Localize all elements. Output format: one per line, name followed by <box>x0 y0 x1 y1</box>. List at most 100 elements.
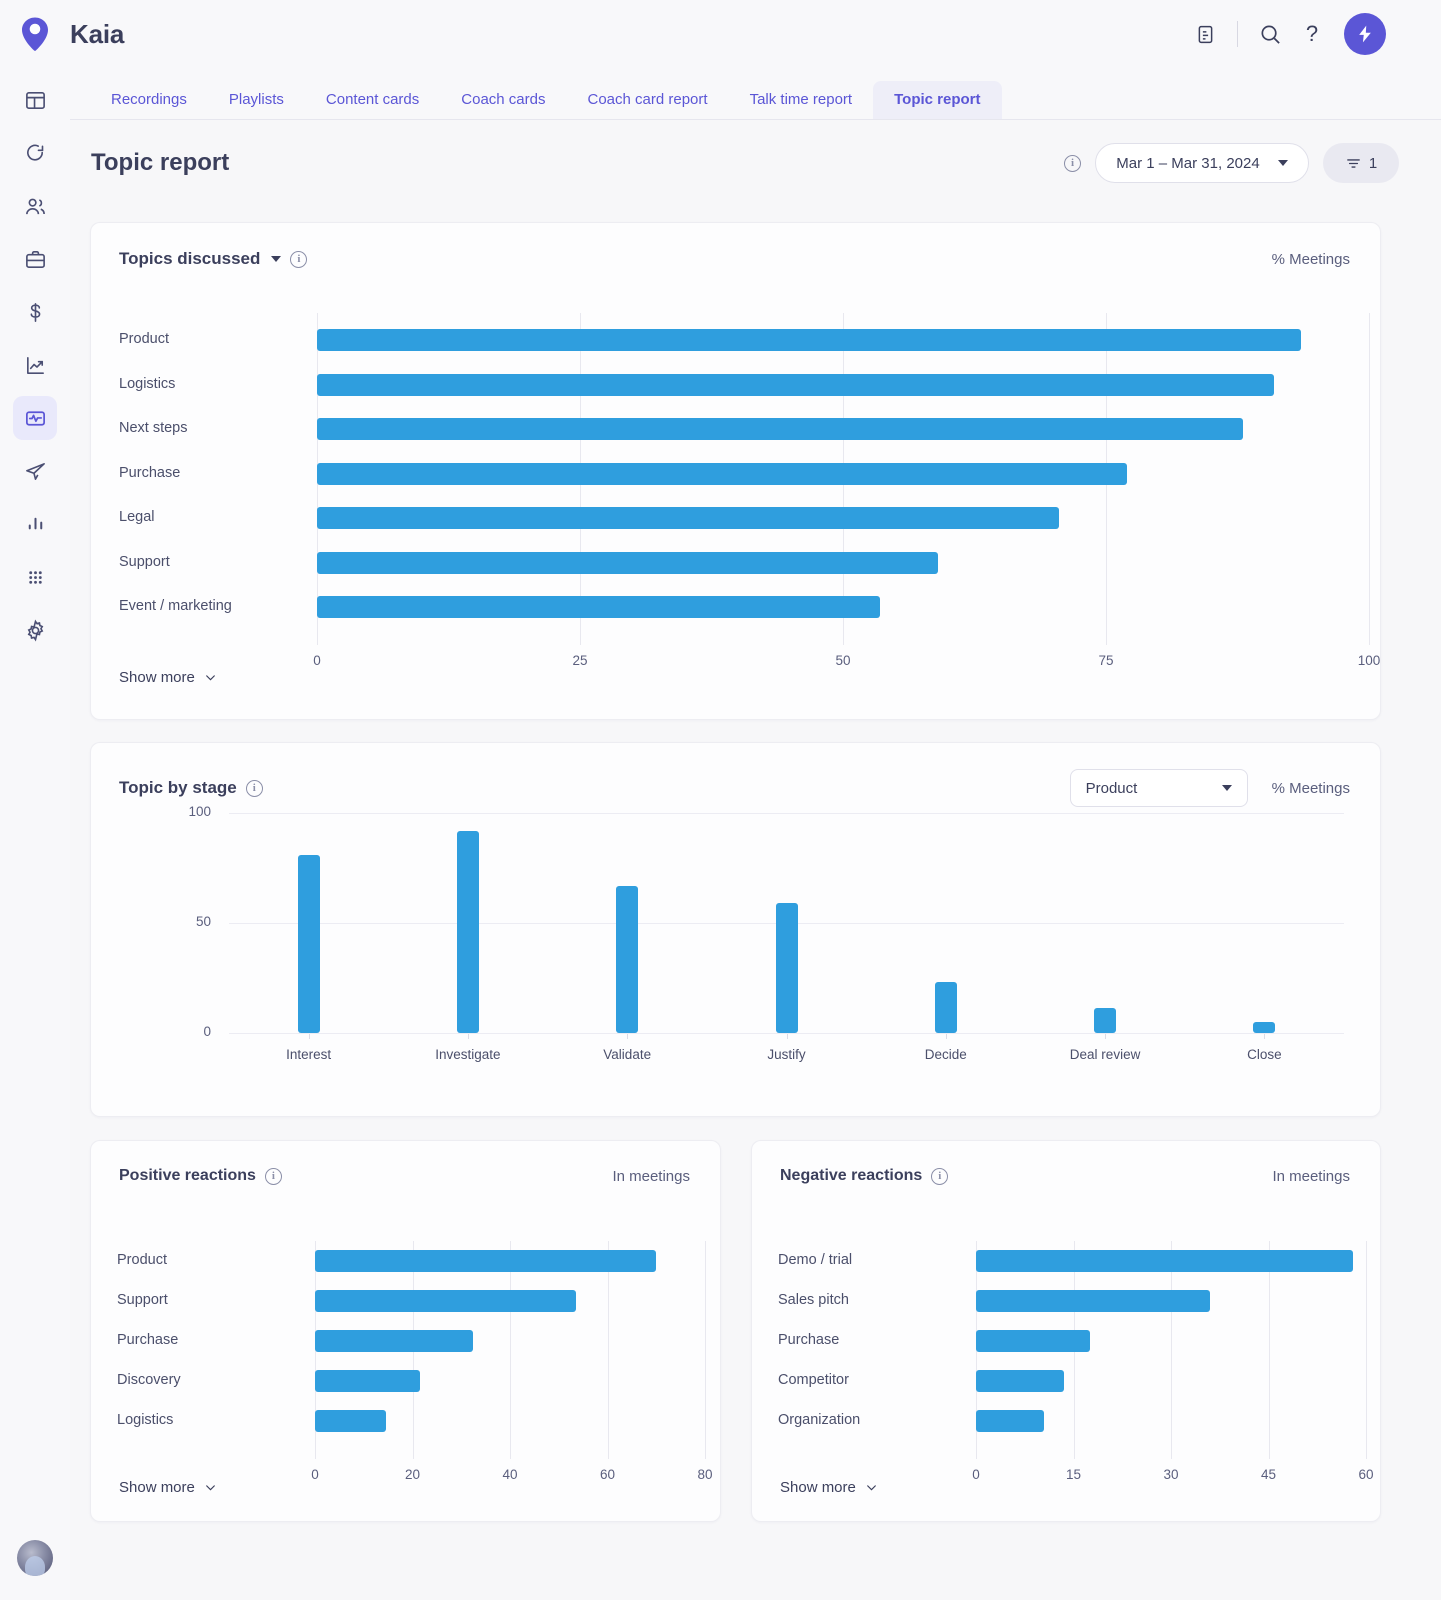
bar[interactable] <box>317 552 938 574</box>
x-axis-tick: 80 <box>675 1467 735 1482</box>
bar[interactable] <box>317 596 880 618</box>
notes-icon[interactable] <box>1186 15 1224 53</box>
bar[interactable] <box>1094 1008 1116 1033</box>
bar[interactable] <box>1253 1022 1275 1033</box>
axis-tick-mark <box>468 1034 469 1039</box>
card-header-right: % Meetings <box>1272 251 1350 268</box>
info-icon[interactable]: i <box>246 780 263 797</box>
bar[interactable] <box>317 374 1274 396</box>
app-logo[interactable] <box>0 16 70 52</box>
sidebar-item-forecast[interactable] <box>13 343 57 387</box>
bar[interactable] <box>976 1370 1064 1392</box>
card-header: Negative reactions i In meetings <box>752 1141 1380 1185</box>
negative-reactions-chart: 015304560Demo / trialSales pitchPurchase… <box>778 1241 1358 1491</box>
show-more-positive[interactable]: Show more <box>119 1479 217 1496</box>
bar[interactable] <box>976 1290 1210 1312</box>
x-axis-tick: 75 <box>1076 653 1136 668</box>
show-more-negative[interactable]: Show more <box>780 1479 878 1496</box>
avatar[interactable] <box>1344 13 1386 55</box>
info-icon[interactable]: i <box>931 1168 948 1185</box>
gridline <box>705 1241 706 1459</box>
card-header-right: In meetings <box>612 1168 690 1185</box>
axis-tick-mark <box>309 1034 310 1039</box>
info-icon[interactable]: i <box>290 251 307 268</box>
bar[interactable] <box>315 1250 656 1272</box>
positive-reactions-card: Positive reactions i In meetings 0204060… <box>90 1140 721 1522</box>
bar[interactable] <box>315 1370 420 1392</box>
page-title: Topic report <box>91 149 229 177</box>
show-more-label: Show more <box>119 1479 195 1496</box>
x-axis-tick: 60 <box>578 1467 638 1482</box>
info-icon[interactable]: i <box>1064 155 1081 172</box>
bar[interactable] <box>776 903 798 1033</box>
axis-tick-mark <box>946 1034 947 1039</box>
sidebar-item-settings[interactable] <box>13 608 57 652</box>
bar[interactable] <box>976 1410 1044 1432</box>
bar[interactable] <box>315 1330 473 1352</box>
y-axis-tick: 50 <box>119 914 211 929</box>
category-label: Purchase <box>119 465 180 481</box>
bar[interactable] <box>298 855 320 1033</box>
bar[interactable] <box>317 329 1301 351</box>
gridline <box>229 813 1344 814</box>
sidebar-item-people[interactable] <box>13 184 57 228</box>
tab-playlists[interactable]: Playlists <box>208 81 305 119</box>
bar[interactable] <box>315 1290 576 1312</box>
tab-coach-cards[interactable]: Coach cards <box>440 81 566 119</box>
sidebar-item-conversation-intelligence[interactable] <box>13 396 57 440</box>
grid-apps-icon <box>24 566 47 589</box>
show-more-topics[interactable]: Show more <box>119 669 217 686</box>
tab-coach-card-report[interactable]: Coach card report <box>567 81 729 119</box>
pulse-activity-icon <box>24 407 47 430</box>
sidebar-item-engage[interactable] <box>13 449 57 493</box>
unit-label: % Meetings <box>1272 251 1350 268</box>
location-pin-icon <box>20 16 50 52</box>
info-icon[interactable]: i <box>265 1168 282 1185</box>
x-axis-tick: 20 <box>383 1467 443 1482</box>
help-icon[interactable]: ? <box>1293 15 1331 53</box>
bar[interactable] <box>935 982 957 1033</box>
negative-reactions-card: Negative reactions i In meetings 0153045… <box>751 1140 1381 1522</box>
search-icon[interactable] <box>1251 15 1289 53</box>
show-more-label: Show more <box>780 1479 856 1496</box>
bar[interactable] <box>457 831 479 1033</box>
category-label: Next steps <box>119 420 188 436</box>
y-axis-tick: 100 <box>119 804 211 819</box>
category-label: Product <box>117 1252 167 1268</box>
chevron-down-icon[interactable] <box>271 256 281 262</box>
tab-topic-report[interactable]: Topic report <box>873 81 1001 119</box>
date-range-picker[interactable]: Mar 1 – Mar 31, 2024 <box>1095 143 1309 183</box>
axis-tick-mark <box>1105 1034 1106 1039</box>
category-label: Support <box>117 1292 168 1308</box>
filter-button[interactable]: 1 <box>1323 143 1399 183</box>
user-avatar[interactable] <box>17 1540 53 1576</box>
trend-up-icon <box>24 354 47 377</box>
bar[interactable] <box>315 1410 386 1432</box>
bar[interactable] <box>317 463 1127 485</box>
sidebar-item-revenue[interactable] <box>13 290 57 334</box>
dollar-icon <box>24 301 47 324</box>
sidebar-item-deals[interactable] <box>13 237 57 281</box>
x-axis-tick: 40 <box>480 1467 540 1482</box>
sidebar-item-apps[interactable] <box>13 555 57 599</box>
category-label: Organization <box>778 1412 860 1428</box>
sidebar-item-activity[interactable] <box>13 131 57 175</box>
bar[interactable] <box>976 1250 1353 1272</box>
chevron-down-icon <box>1222 785 1232 791</box>
bar[interactable] <box>317 507 1059 529</box>
x-axis-tick: 60 <box>1336 1467 1396 1482</box>
tab-talk-time-report[interactable]: Talk time report <box>729 81 874 119</box>
topic-select[interactable]: Product <box>1070 769 1248 807</box>
chevron-down-icon <box>204 671 217 684</box>
unit-label: In meetings <box>612 1168 690 1185</box>
sidebar-item-dashboard[interactable] <box>13 78 57 122</box>
tab-recordings[interactable]: Recordings <box>90 81 208 119</box>
bar[interactable] <box>976 1330 1090 1352</box>
sidebar-item-reports[interactable] <box>13 502 57 546</box>
tab-content-cards[interactable]: Content cards <box>305 81 440 119</box>
bar[interactable] <box>317 418 1243 440</box>
gear-icon <box>24 619 47 642</box>
x-axis-tick: 45 <box>1239 1467 1299 1482</box>
bar-chart-icon <box>24 513 47 536</box>
bar[interactable] <box>616 886 638 1033</box>
